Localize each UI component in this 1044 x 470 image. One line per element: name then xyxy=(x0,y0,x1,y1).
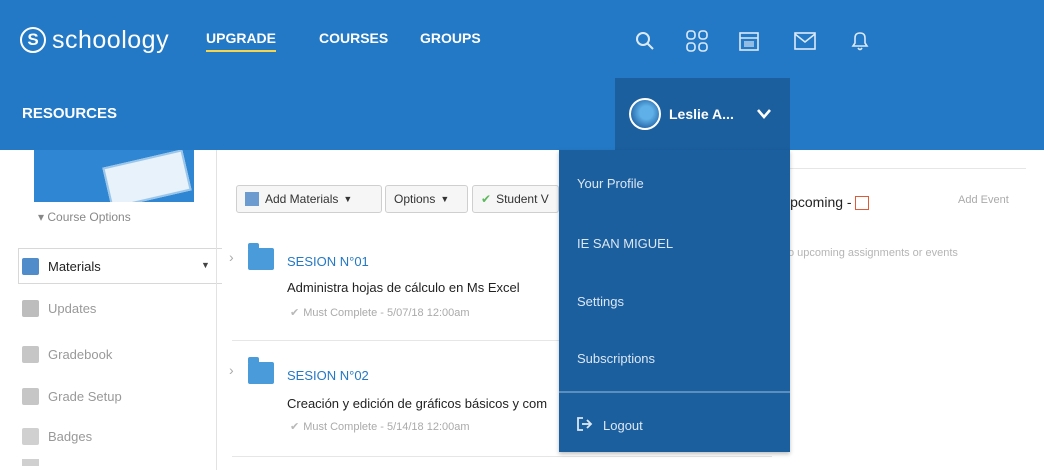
logo-text: schoology xyxy=(52,25,170,54)
material-meta-text: Must Complete - 5/14/18 12:00am xyxy=(303,421,470,433)
logout-button[interactable]: Logout xyxy=(577,417,643,434)
course-options-label: Course Options xyxy=(47,210,131,224)
menu-divider xyxy=(559,391,790,393)
bell-icon[interactable] xyxy=(846,28,872,54)
grid-icon[interactable] xyxy=(684,28,710,54)
sidebar-item-label: Grade Setup xyxy=(48,389,122,404)
caret-down-icon[interactable]: ▼ xyxy=(201,260,210,270)
badge-icon xyxy=(22,428,39,445)
upcoming-empty-text: No upcoming assignments or events xyxy=(780,247,958,259)
menu-item-subscriptions[interactable]: Subscriptions xyxy=(577,351,655,366)
upcoming-title: Upcoming - xyxy=(780,194,870,211)
material-meta-text: Must Complete - 5/07/18 12:00am xyxy=(303,307,470,319)
material-title[interactable]: SESION N°01 xyxy=(287,254,369,269)
user-name: Leslie A... xyxy=(669,106,734,122)
material-description: Administra hojas de cálculo en Ms Excel xyxy=(287,280,520,295)
material-title[interactable]: SESION N°02 xyxy=(287,368,369,383)
upcoming-top-divider xyxy=(780,168,1026,169)
checkmark-icon: ✔ xyxy=(481,192,492,206)
row-divider xyxy=(232,456,772,457)
course-options-link[interactable]: ▾ Course Options xyxy=(38,210,131,224)
schoology-logo-icon: S xyxy=(20,27,46,53)
sidebar-item-badges[interactable]: Badges xyxy=(22,428,92,445)
course-profile-image xyxy=(34,150,194,202)
add-materials-label: Add Materials xyxy=(265,192,339,206)
user-dropdown-menu: Your Profile IE SAN MIGUEL Settings Subs… xyxy=(559,150,790,452)
student-view-label: Student V xyxy=(496,192,549,206)
calendar-icon[interactable] xyxy=(736,28,762,54)
sidebar-item-label: Updates xyxy=(48,301,97,316)
nav-upgrade[interactable]: UPGRADE xyxy=(206,30,277,52)
chevron-down-icon xyxy=(756,104,772,125)
sub-header-bar: RESOURCES xyxy=(0,80,1044,150)
schoology-logo[interactable]: S schoology xyxy=(20,20,169,60)
expand-chevron-icon[interactable]: › xyxy=(229,249,234,265)
options-button[interactable]: Options ▼ xyxy=(385,185,468,213)
logout-icon xyxy=(577,417,593,434)
search-icon[interactable] xyxy=(632,28,658,54)
resources-link[interactable]: RESOURCES xyxy=(22,105,117,122)
nav-courses[interactable]: COURSES xyxy=(319,30,388,46)
check-icon: ✔ xyxy=(290,421,300,433)
sidebar-item-updates[interactable]: Updates xyxy=(22,300,96,317)
nav-groups[interactable]: GROUPS xyxy=(420,30,481,46)
caret-down-icon: ▼ xyxy=(343,194,353,204)
material-description: Creación y edición de gráficos básicos y… xyxy=(287,396,548,411)
logout-label: Logout xyxy=(603,418,643,433)
updates-icon xyxy=(22,300,39,317)
sidebar-item-grade-setup[interactable]: Grade Setup xyxy=(22,388,122,405)
material-meta: ✔ Must Complete - 5/07/18 12:00am xyxy=(290,306,470,319)
menu-item-settings[interactable]: Settings xyxy=(577,294,624,309)
menu-item-school[interactable]: IE SAN MIGUEL xyxy=(577,236,673,251)
add-materials-button[interactable]: Add Materials ▼ xyxy=(236,185,382,213)
sidebar-item-gradebook[interactable]: Gradebook xyxy=(22,346,112,363)
folder-icon xyxy=(248,357,274,384)
sidebar-next-icon xyxy=(22,459,39,466)
student-view-button[interactable]: ✔ Student V xyxy=(472,185,559,213)
expand-chevron-icon[interactable]: › xyxy=(229,362,234,378)
user-menu-button[interactable]: Leslie A... xyxy=(615,78,790,150)
sidebar-item-label: Materials xyxy=(48,259,101,274)
sidebar-item-label: Gradebook xyxy=(48,347,113,362)
sidebar-item-label: Badges xyxy=(48,429,93,444)
upcoming-panel: Upcoming - Add Event No upcoming assignm… xyxy=(780,150,1044,470)
calendar-small-icon xyxy=(855,196,870,211)
sidebar-item-materials[interactable]: Materials xyxy=(22,258,101,275)
add-event-link[interactable]: Add Event xyxy=(958,194,1009,206)
caret-down-icon: ▼ xyxy=(440,194,450,204)
material-meta: ✔ Must Complete - 5/14/18 12:00am xyxy=(290,420,470,433)
materials-icon xyxy=(22,258,39,275)
top-navigation-bar: S schoology UPGRADE COURSES GROUPS xyxy=(0,0,1044,80)
check-icon: ✔ xyxy=(290,307,300,319)
gradebook-icon xyxy=(22,346,39,363)
mail-icon[interactable] xyxy=(792,28,818,54)
avatar xyxy=(629,98,661,130)
menu-item-your-profile[interactable]: Your Profile xyxy=(577,176,644,191)
options-label: Options xyxy=(394,192,436,206)
add-materials-icon xyxy=(245,192,259,206)
grade-setup-icon xyxy=(22,388,39,405)
folder-icon xyxy=(248,243,274,270)
